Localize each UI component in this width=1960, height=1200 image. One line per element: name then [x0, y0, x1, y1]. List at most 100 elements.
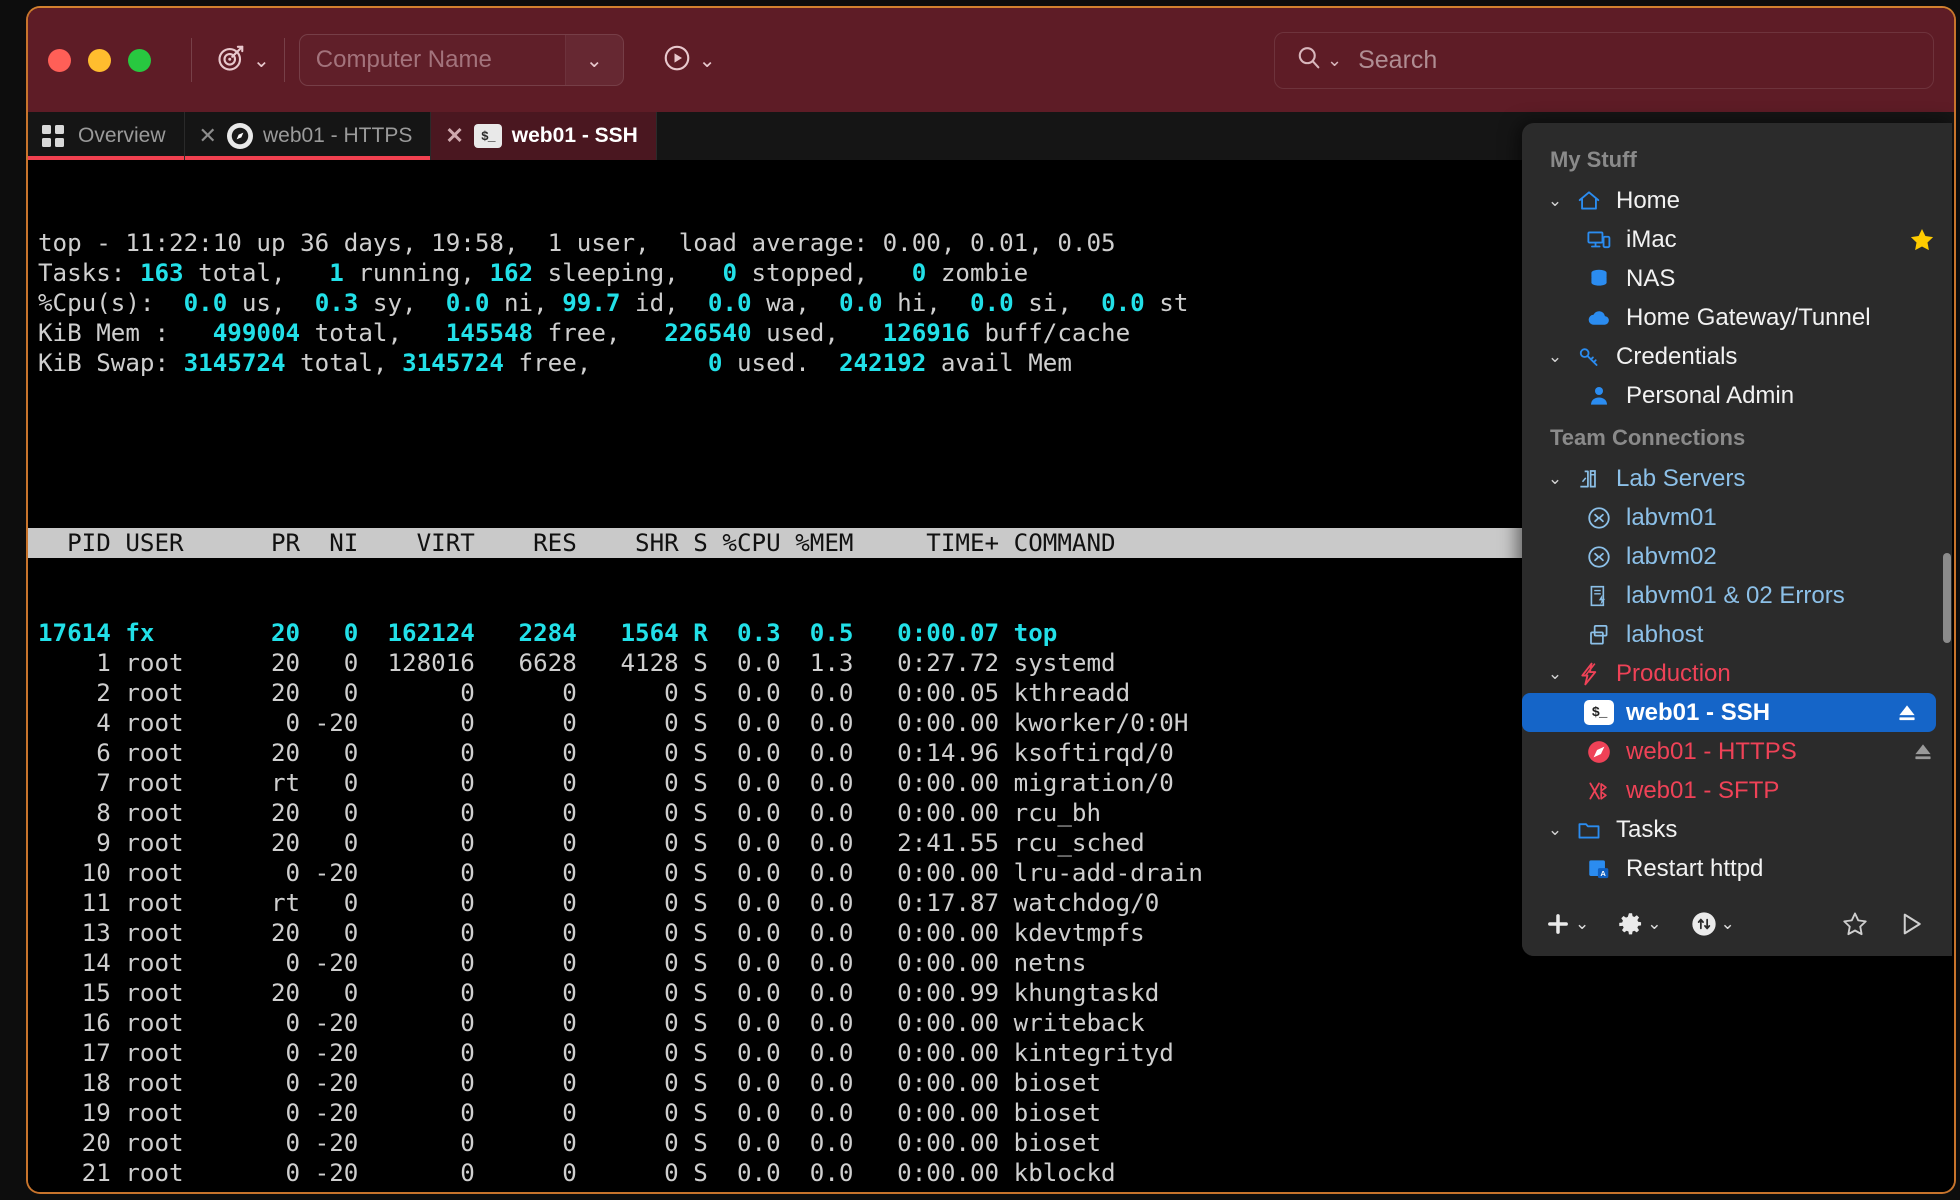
- metric-value: 163: [140, 259, 184, 287]
- metric-value: 0.0: [184, 289, 228, 317]
- search-input[interactable]: Search: [1358, 46, 1437, 75]
- sidebar-item-label: Personal Admin: [1626, 382, 1952, 410]
- sidebar-item-label: NAS: [1626, 265, 1952, 293]
- metric-value: 0.0: [970, 289, 1014, 317]
- metric-value: 99.7: [562, 289, 620, 317]
- close-icon[interactable]: ✕: [445, 125, 463, 147]
- chevron-down-icon[interactable]: ⌄: [1544, 347, 1566, 367]
- ssh-circle-icon: [1582, 543, 1616, 571]
- metric-label: id,: [621, 289, 708, 317]
- metric-label: sleeping,: [533, 259, 722, 287]
- add-button[interactable]: ⌄: [1538, 906, 1595, 942]
- connect-play-button[interactable]: ⌄: [662, 43, 716, 78]
- person-icon: [1582, 382, 1616, 410]
- transfer-button[interactable]: ⌄: [1684, 906, 1741, 942]
- computer-name-dropdown-button[interactable]: ⌄: [565, 35, 623, 85]
- sidebar-item-label: Home: [1616, 187, 1952, 215]
- tab-web01-ssh[interactable]: ✕ $_ web01 - SSH: [431, 112, 656, 160]
- script-bolt-icon: [1582, 582, 1616, 610]
- sidebar-toolbar: ⌄ ⌄ ⌄: [1522, 892, 1952, 956]
- computer-name-input[interactable]: Computer Name: [300, 46, 565, 74]
- metric-label: buff/cache: [970, 319, 1130, 347]
- sidebar-item-labvm02[interactable]: labvm02: [1522, 537, 1952, 576]
- favorite-button[interactable]: [1834, 905, 1876, 943]
- sidebar-item-home[interactable]: ⌄ Home: [1522, 181, 1952, 220]
- metric-value: 0: [912, 259, 927, 287]
- eject-icon[interactable]: [1894, 700, 1920, 726]
- compass-filled-icon: [1582, 738, 1616, 766]
- target-arrow-icon: [216, 43, 246, 78]
- metric-label: total,: [300, 319, 446, 347]
- sidebar-item-connect-vpn[interactable]: Connect VPN: [1522, 888, 1952, 892]
- sidebar-item-web01-sftp[interactable]: web01 - SFTP: [1522, 771, 1952, 810]
- metric-label: KiB Mem :: [38, 319, 213, 347]
- sidebar-item-label: Restart httpd: [1626, 855, 1952, 883]
- settings-button[interactable]: ⌄: [1611, 907, 1667, 942]
- metric-value: 126916: [883, 319, 970, 347]
- sidebar-item-labvm01-02-errors[interactable]: labvm01 & 02 Errors: [1522, 576, 1952, 615]
- sidebar-item-credentials[interactable]: ⌄Credentials: [1522, 337, 1952, 376]
- process-row: 16 root 0 -20 0 0 0 S 0.0 0.0 0:00.00 wr…: [38, 1008, 1954, 1038]
- sidebar-item-labvm01[interactable]: labvm01: [1522, 498, 1952, 537]
- app-root: ⌄ Computer Name ⌄ ⌄: [0, 0, 1960, 1200]
- run-button[interactable]: [1890, 905, 1932, 943]
- zoom-window-button[interactable]: [128, 49, 151, 72]
- star-icon[interactable]: [1908, 226, 1936, 254]
- process-row: 17 root 0 -20 0 0 0 S 0.0 0.0 0:00.00 ki…: [38, 1038, 1954, 1068]
- sidebar-scroll-area[interactable]: My Stuff⌄HomeiMacNASHome Gateway/Tunnel⌄…: [1522, 123, 1952, 892]
- tab-overview[interactable]: Overview: [28, 112, 185, 160]
- metric-label: KiB Swap:: [38, 349, 184, 377]
- sidebar-item-label: web01 - SFTP: [1626, 777, 1952, 805]
- minimize-window-button[interactable]: [88, 49, 111, 72]
- chevron-down-icon[interactable]: ⌄: [1544, 191, 1566, 211]
- chevron-down-icon[interactable]: ⌄: [1544, 469, 1566, 489]
- metric-label: free,: [533, 319, 664, 347]
- connections-sidebar: My Stuff⌄HomeiMacNASHome Gateway/Tunnel⌄…: [1522, 123, 1952, 956]
- sidebar-item-label: labvm01: [1626, 504, 1952, 532]
- sidebar-item-labhost[interactable]: labhost: [1522, 615, 1952, 654]
- metric-label: total,: [184, 259, 330, 287]
- chevron-down-icon[interactable]: ⌄: [1544, 820, 1566, 840]
- sidebar-item-personal-admin[interactable]: Personal Admin: [1522, 376, 1952, 415]
- metric-value: 162: [489, 259, 533, 287]
- metric-value: 242192: [839, 349, 926, 377]
- sidebar-item-home-gateway-tunnel[interactable]: Home Gateway/Tunnel: [1522, 298, 1952, 337]
- process-row: 22 root 0 -20 0 0 0 S 0.0 0.0 0:00.00 md: [38, 1188, 1954, 1194]
- home-icon: [1572, 187, 1606, 215]
- process-table-header: PID USER PR NI VIRT RES SHR S %CPU %MEM …: [28, 528, 1548, 558]
- search-icon: [1295, 44, 1323, 77]
- sidebar-item-production[interactable]: ⌄ Production: [1522, 654, 1952, 693]
- ssh-badge-icon: $_: [474, 124, 502, 148]
- sidebar-item-nas[interactable]: NAS: [1522, 259, 1952, 298]
- sidebar-item-web01-ssh[interactable]: $_web01 - SSH: [1522, 693, 1936, 732]
- sidebar-item-label: Production: [1616, 660, 1952, 688]
- imac-devices-icon: [1582, 226, 1616, 254]
- quick-connect-button[interactable]: ⌄: [216, 43, 270, 78]
- sidebar-item-label: web01 - HTTPS: [1626, 738, 1910, 766]
- sidebar-group-title: My Stuff: [1522, 137, 1952, 181]
- sidebar-item-tasks[interactable]: ⌄Tasks: [1522, 810, 1952, 849]
- metric-value: 0.0: [708, 289, 752, 317]
- window-titlebar: ⌄ Computer Name ⌄ ⌄: [28, 8, 1954, 112]
- sidebar-item-lab-servers[interactable]: ⌄Lab Servers: [1522, 459, 1952, 498]
- close-window-button[interactable]: [48, 49, 71, 72]
- metric-label: wa,: [752, 289, 839, 317]
- close-icon[interactable]: ✕: [199, 125, 217, 147]
- tab-web01-https[interactable]: ✕ web01 - HTTPS: [185, 112, 432, 160]
- eject-icon[interactable]: [1910, 739, 1936, 765]
- search-field[interactable]: ⌄ Search: [1274, 32, 1934, 89]
- computer-name-field[interactable]: Computer Name ⌄: [299, 34, 624, 86]
- metric-value: 499004: [213, 319, 300, 347]
- metric-label: total,: [286, 349, 403, 377]
- bolt-icon: [1572, 660, 1606, 688]
- chevron-down-icon: ⌄: [586, 48, 603, 73]
- chevron-down-icon[interactable]: ⌄: [1544, 664, 1566, 684]
- database-icon: [1582, 265, 1616, 293]
- metric-label: sy,: [358, 289, 445, 317]
- sidebar-item-label: labvm02: [1626, 543, 1952, 571]
- sidebar-item-restart-httpd[interactable]: ARestart httpd: [1522, 849, 1952, 888]
- sidebar-item-imac[interactable]: iMac: [1522, 220, 1952, 259]
- tab-label: Overview: [78, 124, 166, 148]
- sidebar-item-web01-https[interactable]: web01 - HTTPS: [1522, 732, 1952, 771]
- metric-value: 0.0: [1101, 289, 1145, 317]
